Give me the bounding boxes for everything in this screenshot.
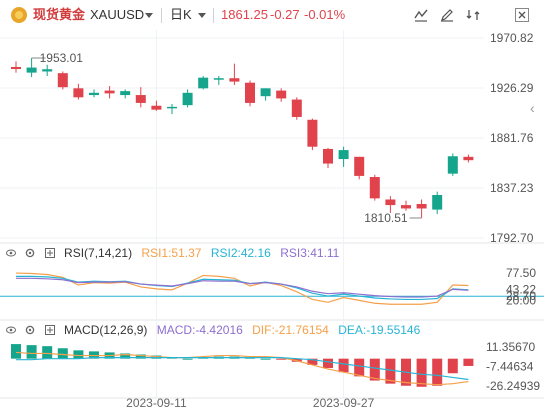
settings-icon[interactable] bbox=[25, 248, 35, 258]
chevron-down-icon[interactable] bbox=[145, 13, 153, 18]
y-tick-label: 1792.70 bbox=[490, 231, 534, 245]
candle-body bbox=[135, 95, 146, 103]
candle-body bbox=[260, 88, 271, 97]
instrument-name[interactable]: 现货黄金 bbox=[33, 6, 85, 24]
eye-icon[interactable] bbox=[6, 325, 16, 335]
coin-icon bbox=[11, 7, 27, 23]
candle-body bbox=[291, 99, 302, 117]
macd-bar bbox=[463, 358, 474, 366]
macd-bar bbox=[73, 350, 84, 359]
chevron-left-icon[interactable]: ‹ bbox=[530, 100, 540, 116]
candle-body bbox=[307, 119, 318, 147]
candle-body bbox=[416, 203, 427, 209]
price-change-percent: -0.01% bbox=[304, 7, 346, 22]
rsi-series bbox=[0, 272, 544, 305]
candle-body bbox=[463, 156, 474, 161]
dif-value: DIF:-21.76154 bbox=[252, 323, 329, 337]
macd-value: MACD:-4.42016 bbox=[156, 323, 243, 337]
y-tick-label: 1837.23 bbox=[490, 181, 534, 195]
macd-bar bbox=[354, 358, 365, 377]
compare-icon[interactable] bbox=[466, 8, 480, 22]
candle-body bbox=[369, 177, 380, 199]
chevron-down-icon[interactable] bbox=[198, 13, 206, 18]
draw-icon[interactable] bbox=[440, 8, 454, 22]
macd-bar bbox=[42, 346, 53, 359]
add-icon[interactable] bbox=[44, 325, 55, 335]
low-label: 1810.51 bbox=[364, 211, 408, 225]
indicator-icon[interactable] bbox=[414, 8, 428, 22]
macd-bar bbox=[323, 358, 333, 369]
candle-body bbox=[432, 194, 443, 210]
instrument-symbol[interactable]: XAUUSD bbox=[90, 6, 144, 24]
candle-body bbox=[198, 77, 209, 89]
candle-body bbox=[401, 205, 411, 209]
candle-body bbox=[73, 88, 84, 98]
rsi-line-3 bbox=[16, 277, 469, 298]
candle-body bbox=[338, 150, 349, 160]
candle-body bbox=[167, 106, 177, 109]
period-selector[interactable]: 日K bbox=[170, 6, 192, 24]
macd-tick-label: 11.35670 bbox=[486, 340, 535, 354]
macd-bar bbox=[416, 358, 427, 387]
current-price: 1861.25 bbox=[221, 7, 268, 22]
macd-line-dea bbox=[16, 357, 469, 381]
rsi2-value: RSI2:42.16 bbox=[210, 246, 271, 260]
add-icon[interactable] bbox=[44, 248, 55, 258]
high-label: 1953.01 bbox=[40, 51, 84, 65]
candle-body bbox=[120, 91, 131, 96]
macd-bar bbox=[182, 358, 193, 360]
rsi-tick-label: 20.00 bbox=[506, 293, 536, 307]
candle-body bbox=[385, 199, 396, 206]
close-icon[interactable] bbox=[515, 8, 529, 22]
rsi-title: RSI(7,14,21) bbox=[64, 246, 133, 260]
macd-bar bbox=[447, 358, 458, 374]
macd-title: MACD(12,26,9) bbox=[64, 323, 148, 337]
chart-area[interactable]: 1970.82 1926.29 1881.76 1837.23 1792.70 2023-… bbox=[0, 30, 544, 412]
candle-body bbox=[89, 92, 99, 96]
macd-bar bbox=[11, 344, 21, 359]
candle-body bbox=[447, 156, 458, 174]
candle-body bbox=[42, 69, 53, 72]
macd-bar bbox=[26, 345, 37, 359]
x-tick-label: 2023-09-11 bbox=[126, 396, 187, 410]
candle-body bbox=[182, 92, 193, 106]
eye-icon[interactable] bbox=[6, 248, 16, 258]
candle-body bbox=[151, 105, 162, 110]
divider bbox=[213, 8, 214, 23]
candle-body bbox=[11, 66, 21, 70]
candle-body bbox=[354, 156, 365, 176]
macd-bar bbox=[432, 358, 443, 386]
y-tick-label: 1881.76 bbox=[490, 131, 534, 145]
candle-body bbox=[57, 73, 68, 88]
rsi3-value: RSI3:41.11 bbox=[280, 246, 340, 260]
candle-body bbox=[213, 78, 224, 80]
rsi-tick-label: 77.50 bbox=[506, 266, 536, 280]
macd-bar bbox=[260, 358, 271, 360]
dea-value: DEA:-19.55146 bbox=[338, 323, 421, 337]
y-tick-label: 1970.82 bbox=[490, 31, 534, 45]
macd-bar bbox=[57, 348, 68, 359]
macd-tick-label: -7.44634 bbox=[486, 359, 534, 373]
candle-body bbox=[245, 82, 255, 103]
macd-tick-label: -26.24939 bbox=[486, 379, 540, 393]
rsi-header: RSI(7,14,21) RSI1:51.37 RSI2:42.16 RSI3:… bbox=[6, 245, 345, 261]
candle-body bbox=[26, 67, 37, 73]
candle-body bbox=[323, 148, 333, 164]
x-tick-label: 2023-09-27 bbox=[313, 396, 375, 410]
candle-body bbox=[104, 90, 115, 94]
candle-body bbox=[229, 78, 240, 82]
macd-bar bbox=[338, 358, 349, 373]
candle-body bbox=[276, 90, 287, 99]
price-change: -0.27 bbox=[270, 7, 300, 22]
y-tick-label: 1926.29 bbox=[490, 81, 534, 95]
macd-series bbox=[11, 344, 474, 387]
rsi1-value: RSI1:51.37 bbox=[141, 246, 202, 260]
macd-header: MACD(12,26,9) MACD:-4.42016 DIF:-21.7615… bbox=[6, 322, 426, 338]
divider bbox=[161, 8, 162, 23]
toolbar: 现货黄金 XAUUSD 日K 1861.25 -0.27 -0.01% bbox=[0, 0, 544, 30]
settings-icon[interactable] bbox=[25, 325, 35, 335]
